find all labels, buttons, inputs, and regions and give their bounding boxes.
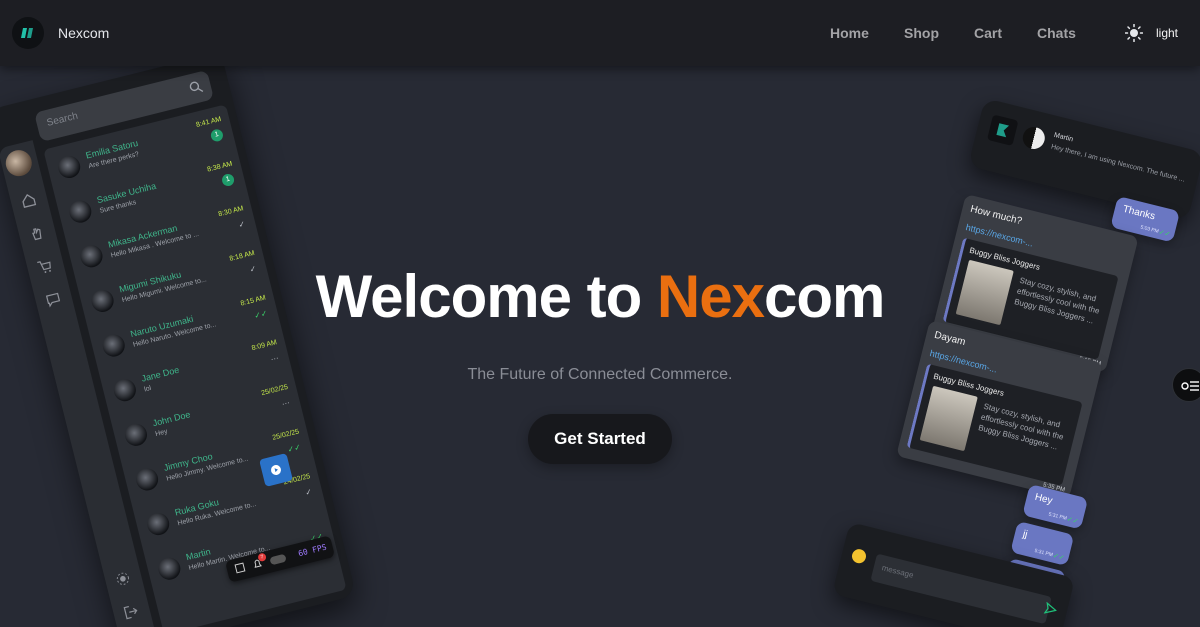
search-placeholder: Search bbox=[45, 110, 80, 129]
avatar bbox=[122, 421, 150, 449]
read-status-icon: ··· bbox=[269, 353, 280, 364]
message-text: Thanks bbox=[1121, 203, 1157, 223]
hand-icon bbox=[32, 228, 42, 241]
unread-badge: 1 bbox=[220, 172, 236, 188]
chat-time: 8:09 AM bbox=[251, 339, 278, 353]
fps-value: 60 bbox=[297, 547, 309, 559]
emoji-icon[interactable] bbox=[850, 547, 868, 565]
chat-time: 8:41 AM bbox=[195, 115, 223, 129]
avatar bbox=[156, 555, 183, 583]
avatar bbox=[133, 466, 161, 493]
hero-title-prefix: Welcome to bbox=[315, 263, 657, 330]
filter-icon bbox=[1181, 381, 1199, 391]
home-icon bbox=[22, 194, 37, 208]
send-icon[interactable] bbox=[1043, 601, 1059, 617]
nav-home-link[interactable]: Home bbox=[830, 25, 869, 41]
chat-last-message: lol bbox=[143, 384, 153, 394]
chat-last-message: Hey bbox=[154, 428, 169, 439]
unread-badge: 1 bbox=[209, 128, 225, 143]
capture-icon[interactable] bbox=[234, 562, 246, 574]
message-text: Hey bbox=[1033, 491, 1054, 507]
double-check-icon: ✓✓ bbox=[1065, 516, 1080, 526]
toggle-switch[interactable] bbox=[269, 553, 287, 566]
fps-label: FPS bbox=[311, 542, 328, 555]
nexcom-logo-icon bbox=[986, 114, 1019, 147]
avatar bbox=[144, 510, 172, 538]
read-status-icon: ✓✓ bbox=[286, 442, 302, 455]
avatar bbox=[55, 153, 83, 181]
chat-name: John Doe bbox=[151, 409, 192, 429]
logout-icon bbox=[123, 605, 138, 620]
settings-toggle-button[interactable] bbox=[1172, 368, 1200, 402]
message-time: 5:31 PM bbox=[1033, 548, 1054, 559]
contact-name: Martin bbox=[1053, 131, 1074, 144]
avatar bbox=[67, 198, 94, 226]
nav-shop-link[interactable]: Shop bbox=[904, 25, 939, 41]
fps-counter: 60 FPS bbox=[297, 543, 327, 559]
product-image bbox=[919, 385, 978, 452]
notification-count: 7 bbox=[257, 552, 267, 563]
chat-time: 25/02/25 bbox=[260, 383, 289, 398]
double-check-icon: ✓✓ bbox=[1051, 552, 1066, 563]
message-text: jj bbox=[1021, 528, 1029, 541]
nexcom-logo-icon[interactable] bbox=[12, 17, 44, 49]
chat-time: 8:30 AM bbox=[217, 205, 245, 219]
navbar: Nexcom Home Shop Cart Chats light bbox=[0, 0, 1200, 66]
read-status-icon: ··· bbox=[280, 397, 291, 409]
chat-time: 8:38 AM bbox=[206, 160, 234, 174]
chat-time: 8:18 AM bbox=[228, 249, 256, 263]
sun-icon[interactable] bbox=[1125, 24, 1143, 42]
read-status-icon: ✓ bbox=[237, 219, 247, 230]
hero-title-suffix: com bbox=[764, 263, 885, 330]
message-placeholder: message bbox=[880, 563, 915, 580]
hero-title-accent: Nex bbox=[656, 263, 765, 330]
brand-name[interactable]: Nexcom bbox=[58, 25, 109, 41]
nav-chats-link[interactable]: Chats bbox=[1037, 25, 1076, 41]
double-check-icon: ✓✓ bbox=[1157, 229, 1171, 239]
sun-icon bbox=[116, 572, 130, 585]
nav-cart-link[interactable]: Cart bbox=[974, 25, 1002, 41]
search-icon bbox=[189, 81, 204, 93]
contact-status: Hey there, I am using Nexcom. The future… bbox=[1050, 143, 1186, 184]
product-image bbox=[955, 259, 1014, 326]
user-avatar bbox=[3, 147, 35, 179]
avatar bbox=[100, 332, 128, 359]
read-status-icon: ✓ bbox=[304, 487, 313, 498]
message-time: 5:03 PM bbox=[1139, 224, 1160, 235]
chat-time: 25/02/25 bbox=[271, 428, 300, 442]
contact-avatar[interactable] bbox=[1020, 124, 1048, 152]
get-started-button[interactable]: Get Started bbox=[528, 414, 672, 464]
theme-toggle-label[interactable]: light bbox=[1156, 26, 1178, 40]
message-time: 5:31 PM bbox=[1047, 511, 1068, 522]
